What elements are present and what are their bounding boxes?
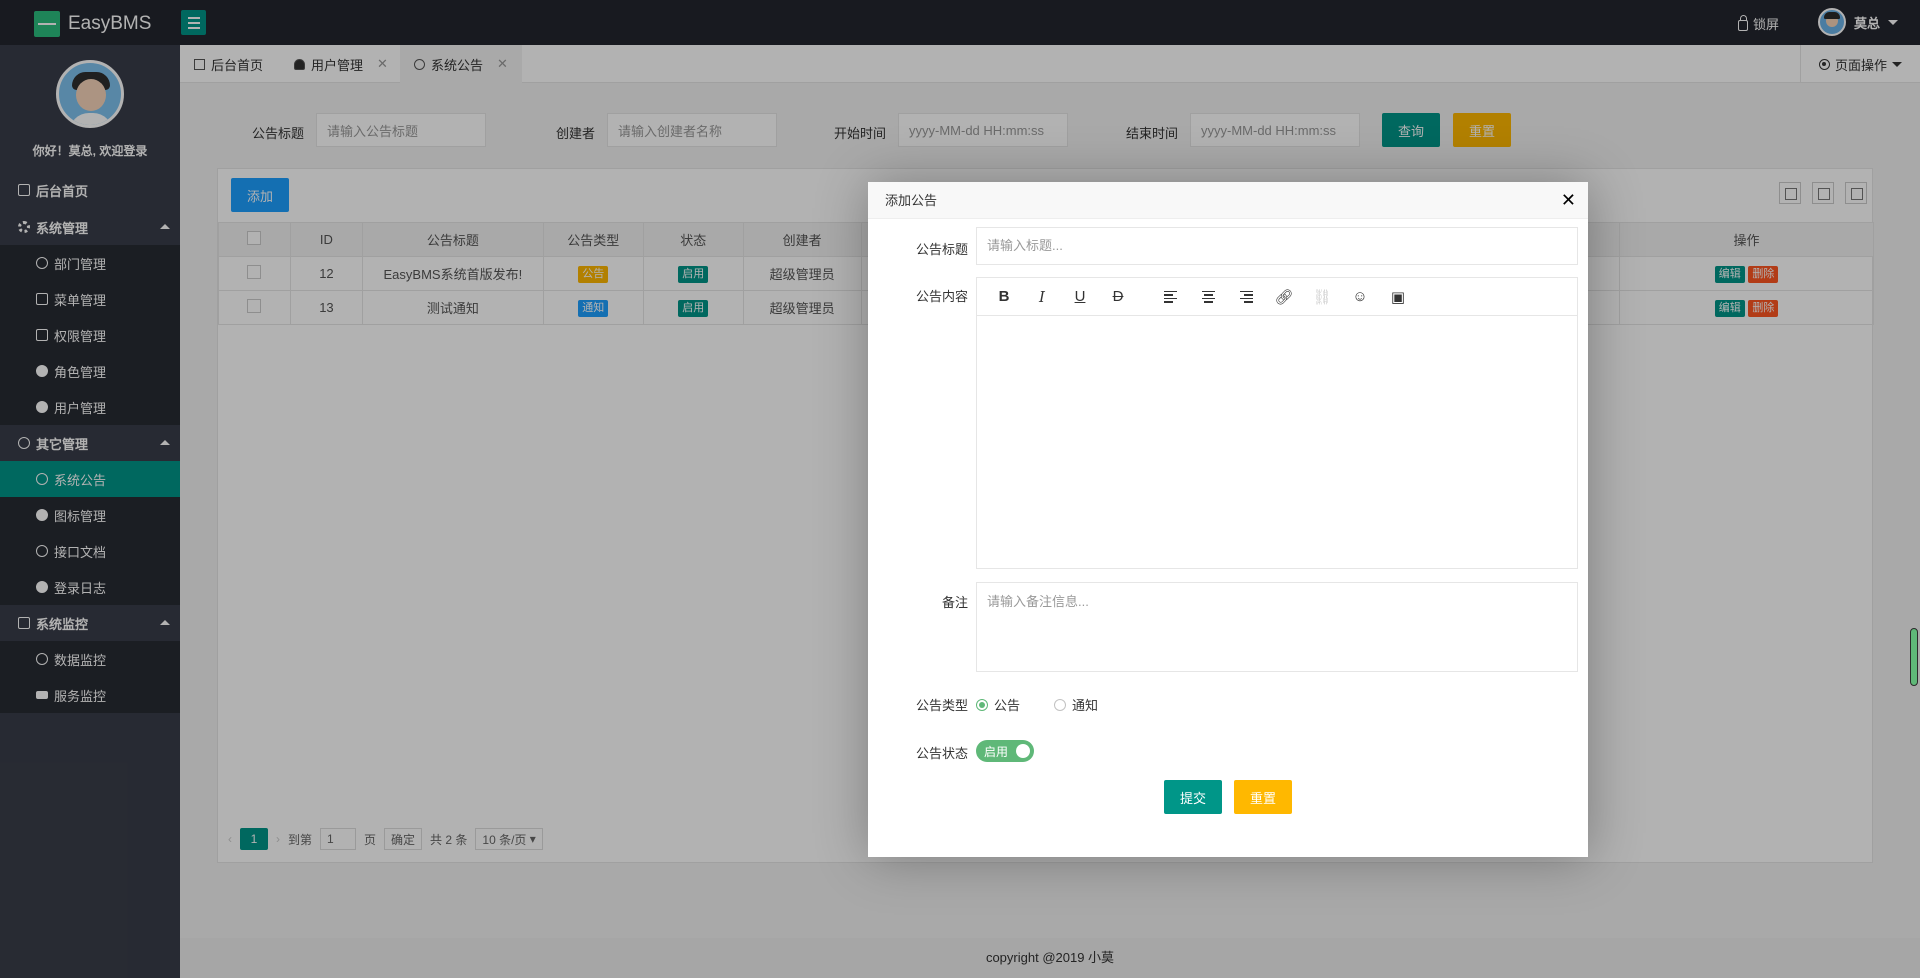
image-icon[interactable]: ▣ xyxy=(1379,278,1417,316)
italic-icon[interactable]: I xyxy=(1023,278,1061,316)
editor-body[interactable] xyxy=(977,316,1577,568)
notice-title-input[interactable]: 请输入标题... xyxy=(976,227,1578,265)
radio-notice[interactable] xyxy=(976,698,988,711)
link-icon[interactable]: 🔗︎ xyxy=(1265,278,1303,316)
align-right-icon[interactable] xyxy=(1227,278,1265,316)
dialog-title: 添加公告 xyxy=(885,193,938,208)
modal-reset-button[interactable]: 重置 xyxy=(1234,780,1292,814)
close-icon[interactable]: ✕ xyxy=(1561,182,1576,219)
strikethrough-icon[interactable]: D xyxy=(1099,278,1137,316)
emoji-icon[interactable]: ☺ xyxy=(1341,278,1379,316)
radio-notice-label: 公告 xyxy=(994,698,1021,713)
add-notice-dialog: 添加公告 ✕ 公告标题 请输入标题... 公告内容 B I U D 🔗︎ ⛓︎ … xyxy=(868,182,1588,857)
dialog-header: 添加公告 ✕ xyxy=(868,182,1588,219)
notice-title-label: 公告标题 xyxy=(915,242,968,257)
remark-textarea[interactable]: 请输入备注信息... xyxy=(976,582,1578,672)
unlink-icon[interactable]: ⛓︎ xyxy=(1303,278,1341,316)
notice-status-label: 公告状态 xyxy=(915,746,968,761)
align-left-icon[interactable] xyxy=(1151,278,1189,316)
notice-content-label: 公告内容 xyxy=(915,289,968,304)
rich-text-editor: B I U D 🔗︎ ⛓︎ ☺ ▣ xyxy=(976,277,1578,569)
scrollbar[interactable] xyxy=(1910,628,1918,686)
status-toggle-label: 启用 xyxy=(984,744,1009,759)
remark-label: 备注 xyxy=(941,595,968,610)
status-toggle[interactable]: 启用 xyxy=(976,740,1034,762)
notice-type-radio-group: 公告 通知 xyxy=(976,695,1098,714)
editor-toolbar: B I U D 🔗︎ ⛓︎ ☺ ▣ xyxy=(977,278,1577,316)
submit-button[interactable]: 提交 xyxy=(1164,780,1222,814)
notice-type-label: 公告类型 xyxy=(915,698,968,713)
underline-icon[interactable]: U xyxy=(1061,278,1099,316)
radio-notify-label: 通知 xyxy=(1072,698,1099,713)
bold-icon[interactable]: B xyxy=(985,278,1023,316)
align-center-icon[interactable] xyxy=(1189,278,1227,316)
radio-notify[interactable] xyxy=(1054,698,1067,711)
